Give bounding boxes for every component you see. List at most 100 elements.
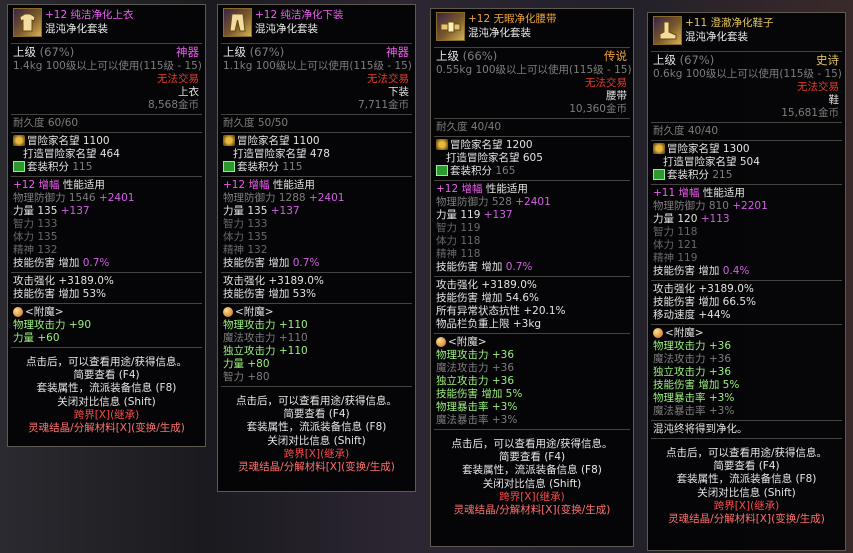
hint-line: 关闭对比信息 (Shift) [697, 486, 796, 499]
inherit-hint[interactable]: 跨界[X](继承) [218, 448, 415, 461]
phys-def-label: 物理防御力 [13, 192, 66, 204]
separator [434, 47, 630, 48]
set-points-label: 套装积分 [667, 169, 709, 181]
item-weight: 1.4kg [13, 60, 43, 72]
enchant-stat-label: 智力 [223, 371, 244, 383]
inherit-hint[interactable]: 跨界[X](继承) [431, 491, 633, 504]
inherit-hint[interactable]: 灵魂结晶/分解材料[X](变换/生成) [8, 422, 205, 435]
separator [221, 43, 412, 44]
hint-line: 关闭对比信息 (Shift) [482, 477, 582, 490]
enchant-stat-value: +36 [491, 362, 515, 374]
item-rarity: 神器 [386, 45, 409, 59]
phys-def-value: 1546 [68, 192, 96, 204]
fame-icon [436, 139, 448, 150]
phys-def-bonus: +2201 [732, 200, 768, 212]
item-price: 8,568金币 [147, 99, 199, 111]
item-name: 澄澈净化鞋子 [710, 17, 774, 29]
separator [221, 272, 412, 273]
fame-label: 冒险家名望 [27, 135, 80, 147]
inherit-hint[interactable]: 灵魂结晶/分解材料[X](变换/生成) [218, 461, 415, 474]
hint-line: 简要查看 (F4) [498, 451, 566, 464]
atk-boost-label: 攻击强化 [436, 279, 478, 291]
shoes-armor-icon [653, 16, 682, 45]
enchant-stat-value: +110 [278, 345, 308, 357]
vit-stat: 体力 118 [436, 235, 481, 247]
enchant-stat-value: +110 [278, 332, 308, 344]
atk-boost-label: 攻击强化 [653, 283, 695, 295]
amp-label: 增幅 [461, 183, 483, 195]
spr-stat: 精神 132 [223, 244, 268, 256]
enchant-stat-label: 魔法攻击力 [653, 353, 706, 365]
enchant-stat-value: 增加 5% [698, 379, 740, 391]
item-weight: 0.6kg [653, 68, 683, 80]
skill-dmg2-label: 技能伤害 [436, 292, 478, 304]
amp-suffix: 性能适用 [62, 179, 105, 191]
enchant-icon [436, 337, 446, 347]
set-points-label: 套装积分 [27, 161, 69, 173]
item-tooltip: +11 澄澈净化鞋子 混沌净化套装 上级 (67%) 史诗 0.6kg 100级以上可以… [647, 12, 846, 551]
untradeable-label: 无法交易 [585, 77, 627, 89]
enchant-stat-value: +80 [247, 371, 270, 383]
enchant-stat-value: +3% [491, 401, 518, 413]
enchant-stat-value: +36 [708, 340, 732, 352]
str-label: 力量 [653, 213, 674, 225]
inherit-hint[interactable]: 跨界[X](继承) [8, 409, 205, 422]
atk-boost-value: +3189.0% [481, 279, 537, 291]
str-label: 力量 [13, 205, 34, 217]
skill-dmg-value: 0.4% [722, 265, 750, 277]
grade-percent: (67%) [249, 45, 285, 59]
separator [651, 280, 842, 281]
set-points-icon [13, 161, 25, 172]
forge-fame-value: 478 [309, 148, 330, 160]
separator [434, 429, 630, 430]
fame-icon [13, 135, 25, 146]
enchant-stat-label: 力量 [13, 332, 34, 344]
separator [651, 324, 842, 325]
set-points-value: 115 [282, 161, 303, 173]
inherit-hint[interactable]: 灵魂结晶/分解材料[X](变换/生成) [648, 513, 845, 526]
set-points-value: 215 [712, 169, 733, 181]
enchant-stat-label: 物理暴击率 [653, 392, 706, 404]
inherit-hint[interactable]: 跨界[X](继承) [648, 500, 845, 513]
separator [11, 114, 202, 115]
level-requirement: 100级以上可以使用(115级 - 15) [255, 60, 412, 72]
skill-dmg-label: 技能伤害 [13, 257, 55, 269]
inherit-hint[interactable]: 灵魂结晶/分解材料[X](变换/生成) [431, 504, 633, 517]
enchant-stat-value: +36 [491, 349, 515, 361]
item-price: 7,711金币 [357, 99, 409, 111]
top-armor-icon [13, 8, 42, 37]
enchant-stat-value: +110 [278, 319, 308, 331]
item-name: 纯洁净化上衣 [70, 9, 134, 21]
phys-def-label: 物理防御力 [653, 200, 706, 212]
str-value: 119 [460, 209, 481, 221]
spr-stat: 精神 119 [653, 252, 698, 264]
extra-stat-line: 物品栏负重上限 +3kg [436, 318, 542, 330]
separator [11, 43, 202, 44]
skill-dmg-text: 增加 [268, 257, 290, 269]
item-weight: 1.1kg [223, 60, 253, 72]
level-requirement: 100级以上可以使用(115级 - 15) [475, 64, 632, 76]
str-value: 135 [37, 205, 58, 217]
amp-suffix: 性能适用 [272, 179, 315, 191]
fame-label: 冒险家名望 [450, 139, 503, 151]
enchant-stat-label: 独立攻击力 [653, 366, 706, 378]
skill-dmg2-label: 技能伤害 [223, 288, 265, 300]
enchant-stat-label: 魔法暴击率 [653, 405, 706, 417]
flavor-note: 混沌终将得到净化。 [653, 423, 748, 435]
fame-value: 1200 [505, 139, 533, 151]
untradeable-label: 无法交易 [157, 73, 199, 85]
enchant-label: <附魔> [665, 327, 704, 339]
enchant-stat-label: 物理暴击率 [436, 401, 489, 413]
item-set-name: 混沌净化套装 [468, 27, 531, 39]
separator [221, 176, 412, 177]
separator [651, 184, 842, 185]
skill-dmg-text: 增加 [481, 261, 503, 273]
set-points-label: 套装积分 [237, 161, 279, 173]
str-bonus: +137 [483, 209, 513, 221]
skill-dmg2-value: 增加 53% [58, 288, 107, 300]
hint-line: 套装属性，流派装备信息 (F8) [36, 382, 177, 395]
separator [221, 386, 412, 387]
item-tooltip: +12 纯洁净化下装 混沌净化套装 上级 (67%) 神器 1.1kg 100级以上可以… [217, 4, 416, 492]
enchant-stat-value: 增加 5% [481, 388, 523, 400]
skill-dmg2-value: 增加 66.5% [698, 296, 757, 308]
